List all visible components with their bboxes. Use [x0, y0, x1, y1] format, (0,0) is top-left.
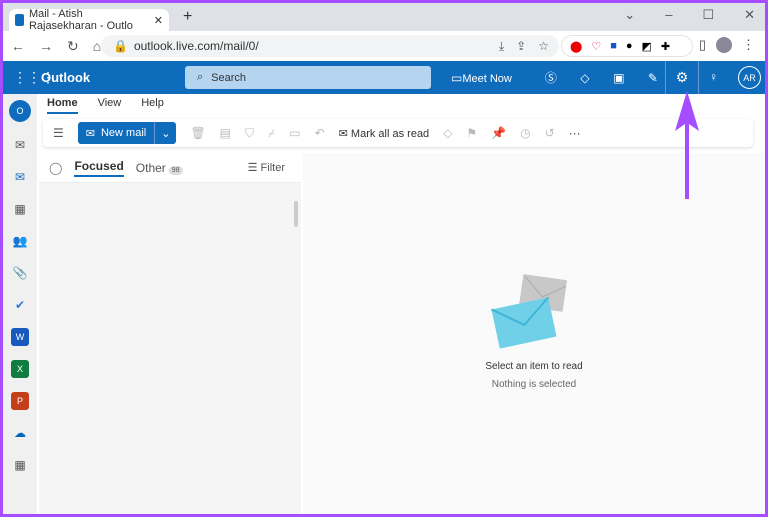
address-bar-row: ← → ↻ ⌂ 🔒 outlook.live.com/mail/0/ ⤓ ⇪ ☆ ⬤ ♡ ■ ● ◩ ✚…: [3, 31, 765, 61]
outlook-header: ⋮⋮⋮ Outlook ⌕ Search ▭Meet Now Ⓢ ◇ ▣ ✎ ⚙ …: [3, 61, 765, 94]
more-button[interactable]: ···: [569, 126, 581, 140]
calendar-icon[interactable]: ▦: [11, 200, 29, 218]
empty-subtitle: Nothing is selected: [491, 379, 577, 390]
tab-help[interactable]: Help: [141, 97, 164, 114]
search-placeholder: Search: [211, 71, 247, 84]
unread-count-badge: 98: [168, 165, 183, 175]
home-button[interactable]: ⌂: [93, 38, 101, 55]
move-icon[interactable]: ▭: [289, 126, 300, 140]
back-button[interactable]: ←: [11, 38, 25, 55]
attachment-icon[interactable]: 📎: [11, 264, 29, 282]
tips-lightbulb-icon[interactable]: ♀: [709, 70, 718, 84]
browser-menu-icon[interactable]: ⋮: [742, 37, 755, 53]
tab-home[interactable]: Home: [47, 97, 78, 114]
close-window-button[interactable]: ✕: [744, 7, 755, 23]
scrollbar[interactable]: [294, 201, 298, 227]
new-mail-rail-icon[interactable]: ✉: [11, 136, 29, 154]
install-icon[interactable]: ⤓: [499, 39, 504, 54]
share-icon[interactable]: ⇪: [516, 39, 526, 54]
tab-view[interactable]: View: [98, 97, 122, 114]
close-tab-icon[interactable]: ✕: [154, 14, 163, 27]
tag-icon[interactable]: ◇: [443, 126, 452, 140]
pin-icon[interactable]: 📌: [491, 126, 506, 140]
new-tab-button[interactable]: +: [183, 8, 192, 26]
new-mail-label: New mail: [100, 127, 147, 139]
account-avatar[interactable]: AR: [738, 66, 761, 89]
select-all-checkbox[interactable]: ◯: [49, 161, 62, 175]
maximize-button[interactable]: ☐: [702, 7, 714, 23]
reload-button[interactable]: ↻: [67, 38, 79, 55]
people-icon[interactable]: 👥: [11, 232, 29, 250]
tab-search-icon[interactable]: ⌄: [624, 7, 635, 23]
mark-all-read-label: Mark all as read: [350, 127, 430, 140]
onedrive-icon[interactable]: ☁: [11, 424, 29, 442]
ribbon-toolbar: ☰ ✉ New mail ⌄ 🗑 ▤ ⛉ ⌿ ▭ ↶ ✉ Mark all as r…: [43, 119, 753, 147]
forward-button[interactable]: →: [39, 38, 53, 55]
tab-bar: Mail - Atish Rajasekharan - Outlo ✕ + ⌄ – ☐…: [3, 3, 765, 32]
other-tab[interactable]: Other 98: [136, 161, 183, 175]
focused-tab[interactable]: Focused: [74, 159, 124, 177]
new-mail-dropdown[interactable]: ⌄: [155, 127, 176, 140]
minimize-button[interactable]: –: [665, 7, 672, 23]
send-extension-icon[interactable]: ◩: [642, 40, 652, 53]
reply-icon[interactable]: ↶: [315, 126, 325, 140]
pocket-extension-icon[interactable]: ♡: [591, 40, 601, 53]
message-list: ◯ Focused Other 98 ☰ Filter: [39, 153, 301, 514]
envelope-illustration: [491, 274, 568, 349]
office-icon[interactable]: ▣: [602, 71, 636, 85]
reading-pane: Select an item to read Nothing is select…: [303, 153, 765, 514]
meet-now-label: Meet Now: [462, 72, 512, 85]
browser-window: Mail - Atish Rajasekharan - Outlo ✕ + ⌄ – ☐…: [3, 3, 765, 514]
annotation-arrow: [675, 91, 699, 199]
opera-extension-icon[interactable]: ⬤: [570, 40, 582, 53]
outlook-app-icon[interactable]: O: [9, 100, 31, 122]
other-label: Other: [135, 160, 166, 175]
extensions: ⬤ ♡ ■ ● ◩ ✚: [561, 35, 693, 57]
message-list-body: [39, 183, 301, 514]
filter-button[interactable]: ☰ Filter: [248, 161, 285, 174]
mark-all-read-button[interactable]: ✉ Mark all as read: [339, 127, 430, 140]
ribbon-tabs: Home View Help: [47, 97, 164, 114]
filter-label: Filter: [260, 162, 285, 174]
powerpoint-icon[interactable]: P: [11, 392, 29, 410]
mail-icon[interactable]: ✉: [11, 168, 29, 186]
premium-diamond-icon[interactable]: ◇: [568, 71, 602, 85]
envelope-icon: ✉: [85, 127, 95, 140]
meet-now-button[interactable]: ▭Meet Now: [451, 71, 512, 85]
brand: Outlook: [41, 70, 91, 85]
undo-icon[interactable]: ↺: [545, 126, 555, 140]
url-field[interactable]: 🔒 outlook.live.com/mail/0/ ⤓ ⇪ ☆: [101, 35, 559, 57]
profile-avatar[interactable]: [716, 37, 732, 53]
outlook-favicon: [15, 14, 24, 26]
extension-icon[interactable]: ■: [610, 40, 617, 52]
delete-icon[interactable]: 🗑: [190, 126, 205, 140]
sweep-icon[interactable]: ⌿: [268, 126, 275, 141]
word-icon[interactable]: W: [11, 328, 29, 346]
search-icon: ⌕: [197, 71, 204, 83]
bookmark-star-icon[interactable]: ☆: [538, 39, 549, 54]
sidebar-icon[interactable]: ▯: [699, 37, 706, 53]
hamburger-icon[interactable]: ☰: [53, 126, 64, 140]
spy-extension-icon[interactable]: ●: [626, 40, 633, 52]
video-icon: ▭: [451, 70, 463, 85]
archive-icon[interactable]: ▤: [220, 126, 231, 140]
url-text: outlook.live.com/mail/0/: [133, 39, 259, 53]
lock-icon: 🔒: [113, 39, 128, 53]
empty-title: Select an item to read: [485, 361, 583, 372]
settings-gear-icon[interactable]: ⚙: [665, 61, 699, 94]
todo-icon[interactable]: ✔: [11, 296, 29, 314]
app-rail: O ✉ ✉ ▦ 👥 📎 ✔ W X P ☁ ▦: [3, 94, 37, 514]
puzzle-extensions-icon[interactable]: ✚: [661, 40, 670, 53]
tab-title: Mail - Atish Rajasekharan - Outlo: [28, 8, 133, 32]
report-icon[interactable]: ⛉: [245, 126, 254, 141]
browser-tab[interactable]: Mail - Atish Rajasekharan - Outlo ✕: [9, 8, 169, 32]
excel-icon[interactable]: X: [11, 360, 29, 378]
new-mail-button[interactable]: ✉ New mail ⌄: [77, 122, 177, 144]
search-input[interactable]: ⌕ Search: [185, 66, 431, 89]
snooze-icon[interactable]: ◷: [520, 126, 530, 140]
skype-icon[interactable]: Ⓢ: [534, 69, 568, 86]
flag-icon[interactable]: ⚑: [466, 126, 477, 140]
more-apps-icon[interactable]: ▦: [11, 456, 29, 474]
